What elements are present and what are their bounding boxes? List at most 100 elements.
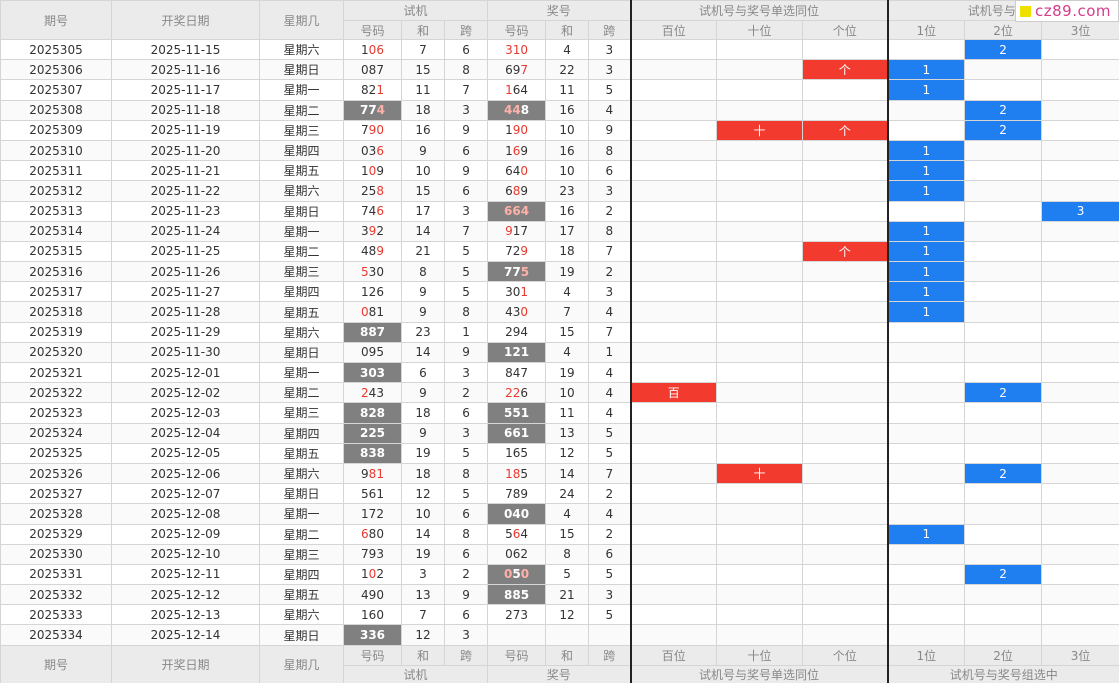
combo-match-3-cell bbox=[1041, 442, 1119, 464]
weekday-cell: 星期四 bbox=[259, 281, 344, 303]
trial-span-cell: 5 bbox=[443, 442, 489, 464]
trial-code-cell: 561 bbox=[343, 483, 402, 505]
draw-digit: 0 bbox=[520, 163, 528, 178]
tens-match-cell bbox=[716, 361, 804, 384]
table-row[interactable]: 2025307 2025-11-17 星期一 821 11 7 164 11 5 1 bbox=[0, 79, 1119, 101]
trial-sum-cell: 12 bbox=[401, 624, 445, 646]
trial-digit: 5 bbox=[376, 426, 386, 441]
trial-digit: 1 bbox=[361, 42, 369, 57]
weekday-cell: 星期三 bbox=[259, 543, 344, 565]
table-row[interactable]: 2025308 2025-11-18 星期二 774 18 3 448 16 4 2 bbox=[0, 99, 1119, 121]
table-row[interactable]: 2025310 2025-11-20 星期四 036 9 6 169 16 8 1 bbox=[0, 139, 1119, 162]
trial-code-cell: 336 bbox=[343, 624, 402, 646]
col-group-draw: 奖号 bbox=[487, 0, 632, 21]
hundreds-match-cell bbox=[629, 38, 718, 61]
date-cell: 2025-12-14 bbox=[111, 624, 260, 646]
period-cell: 2025306 bbox=[0, 59, 112, 81]
table-row[interactable]: 2025329 2025-12-09 星期二 680 14 8 564 15 2 1 bbox=[0, 523, 1119, 545]
table-row[interactable]: 2025312 2025-11-22 星期六 258 15 6 689 23 3 1 bbox=[0, 180, 1119, 202]
table-row[interactable]: 2025331 2025-12-11 星期四 102 3 2 050 5 5 2 bbox=[0, 563, 1119, 586]
units-match-cell bbox=[802, 321, 889, 343]
table-row[interactable]: 2025323 2025-12-03 星期三 828 18 6 551 11 4 bbox=[0, 402, 1119, 424]
tens-match-cell bbox=[716, 543, 804, 565]
col-match-2: 2位 bbox=[964, 20, 1043, 40]
table-row[interactable]: 2025315 2025-11-25 星期二 489 21 5 729 18 7 个 1 bbox=[0, 240, 1119, 263]
table-row[interactable]: 2025319 2025-11-29 星期六 887 23 1 294 15 7 bbox=[0, 321, 1119, 343]
table-row[interactable]: 2025322 2025-12-02 星期二 243 9 2 226 10 4 百 2 bbox=[0, 382, 1119, 404]
draw-code-cell: 775 bbox=[487, 261, 547, 283]
trial-digit: 6 bbox=[376, 42, 384, 57]
table-row[interactable]: 2025306 2025-11-16 星期日 087 15 8 697 22 3 个 1 bbox=[0, 59, 1119, 81]
combo-match-3-cell bbox=[1041, 543, 1119, 565]
draw-digit: 1 bbox=[520, 426, 530, 441]
period-cell: 2025313 bbox=[0, 200, 112, 222]
combo-match-1-cell: 1 bbox=[886, 180, 966, 202]
hundreds-match-cell bbox=[629, 543, 718, 565]
table-row[interactable]: 2025314 2025-11-24 星期一 392 14 7 917 17 8 1 bbox=[0, 220, 1119, 242]
combo-match-2-cell bbox=[964, 584, 1043, 606]
table-row[interactable]: 2025305 2025-11-15 星期六 106 7 6 310 4 3 2 bbox=[0, 38, 1119, 61]
table-row[interactable]: 2025311 2025-11-21 星期五 109 10 9 640 10 6 1 bbox=[0, 160, 1119, 182]
trial-digit: 8 bbox=[368, 325, 377, 340]
col-period[interactable]: 期号 bbox=[0, 0, 112, 40]
trial-sum-cell: 14 bbox=[401, 220, 445, 242]
combo-match-3-cell bbox=[1041, 180, 1119, 202]
combo-match-1-cell: 1 bbox=[886, 79, 966, 101]
draw-sum-cell: 7 bbox=[545, 301, 590, 323]
table-row[interactable]: 2025325 2025-12-05 星期五 838 19 5 165 12 5 bbox=[0, 442, 1119, 464]
col-date[interactable]: 开奖日期 bbox=[111, 0, 260, 40]
draw-sum-cell: 12 bbox=[545, 442, 590, 464]
table-row[interactable]: 2025317 2025-11-27 星期四 126 9 5 301 4 3 1 bbox=[0, 281, 1119, 303]
weekday-cell: 星期三 bbox=[259, 119, 344, 141]
table-row[interactable]: 2025316 2025-11-26 星期三 530 8 5 775 19 2 1 bbox=[0, 261, 1119, 283]
col-draw-code: 号码 bbox=[487, 20, 547, 40]
weekday-cell: 星期三 bbox=[259, 261, 344, 283]
trial-code-cell: 109 bbox=[343, 160, 402, 182]
draw-digit: 4 bbox=[520, 204, 530, 219]
col-weekday[interactable]: 星期几 bbox=[259, 0, 344, 40]
trial-span-cell: 5 bbox=[443, 261, 489, 283]
table-row[interactable]: 2025328 2025-12-08 星期一 172 10 6 040 4 4 bbox=[0, 503, 1119, 525]
combo-match-3-cell bbox=[1041, 38, 1119, 61]
tens-match-cell bbox=[716, 584, 804, 606]
col-pos-tens: 十位 bbox=[716, 20, 804, 40]
combo-match-3-cell bbox=[1041, 59, 1119, 81]
table-row[interactable]: 2025313 2025-11-23 星期日 746 17 3 664 16 2 3 bbox=[0, 200, 1119, 222]
draw-code-cell: 430 bbox=[487, 301, 547, 323]
table-row[interactable]: 2025334 2025-12-14 星期日 336 12 3 bbox=[0, 624, 1119, 646]
trial-digit: 1 bbox=[376, 82, 384, 97]
table-row[interactable]: 2025320 2025-11-30 星期日 095 14 9 121 4 1 bbox=[0, 341, 1119, 364]
table-row[interactable]: 2025327 2025-12-07 星期日 561 12 5 789 24 2 bbox=[0, 483, 1119, 505]
combo-match-2-cell: 2 bbox=[964, 119, 1043, 141]
weekday-cell: 星期三 bbox=[259, 402, 344, 424]
table-row[interactable]: 2025332 2025-12-12 星期五 490 13 9 885 21 3 bbox=[0, 584, 1119, 606]
trial-digit: 0 bbox=[376, 527, 384, 542]
hundreds-match-cell bbox=[629, 624, 718, 646]
table-row[interactable]: 2025330 2025-12-10 星期三 793 19 6 062 8 6 bbox=[0, 543, 1119, 565]
table-row[interactable]: 2025321 2025-12-01 星期一 303 6 3 847 19 4 bbox=[0, 361, 1119, 384]
trial-digit: 0 bbox=[361, 143, 369, 158]
trial-digit: 0 bbox=[361, 305, 369, 320]
table-row[interactable]: 2025324 2025-12-04 星期四 225 9 3 661 13 5 bbox=[0, 422, 1119, 444]
site-logo[interactable]: cz89.com bbox=[1015, 0, 1119, 22]
draw-span-cell: 6 bbox=[588, 160, 632, 182]
trial-sum-cell: 10 bbox=[401, 503, 445, 525]
trial-code-cell: 081 bbox=[343, 301, 402, 323]
draw-sum-cell: 4 bbox=[545, 281, 590, 303]
table-row[interactable]: 2025318 2025-11-28 星期五 081 9 8 430 7 4 1 bbox=[0, 301, 1119, 323]
draw-sum-cell: 24 bbox=[545, 483, 590, 505]
tens-match-cell bbox=[716, 442, 804, 464]
table-row[interactable]: 2025326 2025-12-06 星期六 981 18 8 185 14 7 十 2 bbox=[0, 462, 1119, 485]
weekday-cell: 星期二 bbox=[259, 99, 344, 121]
table-row[interactable]: 2025333 2025-12-13 星期六 160 7 6 273 12 5 bbox=[0, 604, 1119, 626]
draw-span-cell: 3 bbox=[588, 59, 632, 81]
tens-match-cell bbox=[716, 523, 804, 545]
units-match-cell bbox=[802, 543, 889, 565]
col-group-single-match: 试机号与奖号单选同位 bbox=[629, 0, 889, 21]
table-row[interactable]: 2025309 2025-11-19 星期三 790 16 9 190 10 9 十个 2 bbox=[0, 119, 1119, 141]
trial-sum-cell: 10 bbox=[401, 160, 445, 182]
trial-sum-cell: 19 bbox=[401, 543, 445, 565]
period-cell: 2025308 bbox=[0, 99, 112, 121]
draw-span-cell: 4 bbox=[588, 301, 632, 323]
hundreds-match-cell bbox=[629, 402, 718, 424]
